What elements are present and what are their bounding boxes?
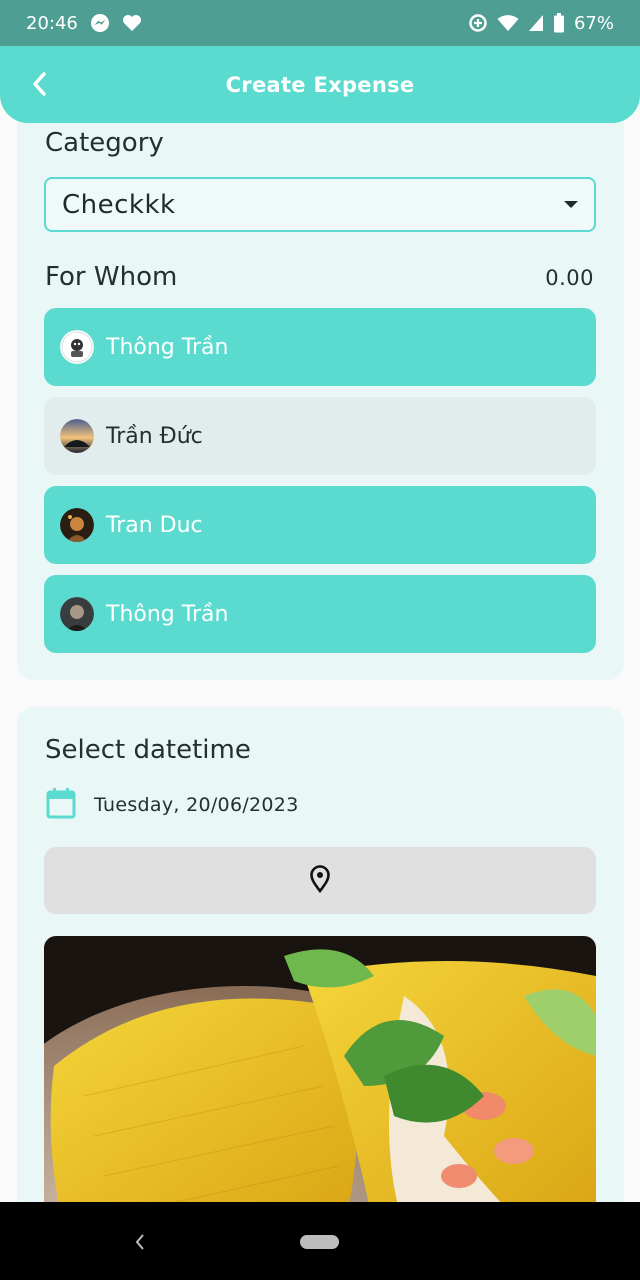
data-saver-icon	[468, 13, 488, 33]
datetime-label: Select datetime	[45, 735, 251, 765]
back-arrow-icon	[33, 72, 46, 96]
status-bar: 20:46 67%	[0, 0, 640, 46]
status-time: 20:46	[26, 12, 78, 34]
wifi-icon	[497, 14, 519, 32]
person-item[interactable]: Thông Trần	[44, 575, 596, 653]
avatar	[60, 330, 94, 364]
person-item[interactable]: Thông Trần	[44, 308, 596, 386]
expense-details-card: Category Checkkk For Whom 0.00 Thông Trầ…	[17, 100, 624, 680]
signal-icon	[528, 14, 544, 32]
datetime-card: Select datetime Tuesday, 20/06/2023	[17, 707, 624, 1227]
avatar	[60, 508, 94, 542]
nav-back-icon[interactable]	[130, 1230, 150, 1254]
person-name: Thông Trần	[106, 601, 229, 627]
app-bar: Create Expense	[0, 46, 640, 123]
person-name: Tran Duc	[106, 512, 203, 538]
battery-icon	[553, 13, 565, 33]
calendar-icon	[46, 787, 76, 823]
back-button[interactable]	[24, 68, 56, 100]
person-name: Trần Đức	[106, 423, 203, 449]
for-whom-label: For Whom	[45, 262, 178, 292]
person-item[interactable]: Trần Đức	[44, 397, 596, 475]
category-dropdown[interactable]: Checkkk	[44, 177, 596, 232]
person-name: Thông Trần	[106, 334, 229, 360]
heart-icon	[122, 14, 142, 32]
avatar	[60, 419, 94, 453]
battery-percent: 67%	[573, 12, 614, 34]
category-value: Checkkk	[62, 189, 176, 220]
page-title: Create Expense	[225, 72, 415, 97]
avatar	[60, 597, 94, 631]
expense-photo	[44, 936, 596, 1227]
location-pin-icon	[309, 864, 331, 897]
date-picker[interactable]: Tuesday, 20/06/2023	[46, 787, 299, 823]
category-label: Category	[45, 128, 164, 158]
person-item[interactable]: Tran Duc	[44, 486, 596, 564]
for-whom-amount: 0.00	[545, 266, 594, 290]
selected-date: Tuesday, 20/06/2023	[94, 794, 299, 816]
messenger-icon	[90, 13, 110, 33]
system-nav-bar	[0, 1202, 640, 1280]
location-button[interactable]	[44, 847, 596, 914]
nav-home-pill[interactable]	[300, 1235, 339, 1249]
dropdown-arrow-icon	[564, 201, 578, 208]
